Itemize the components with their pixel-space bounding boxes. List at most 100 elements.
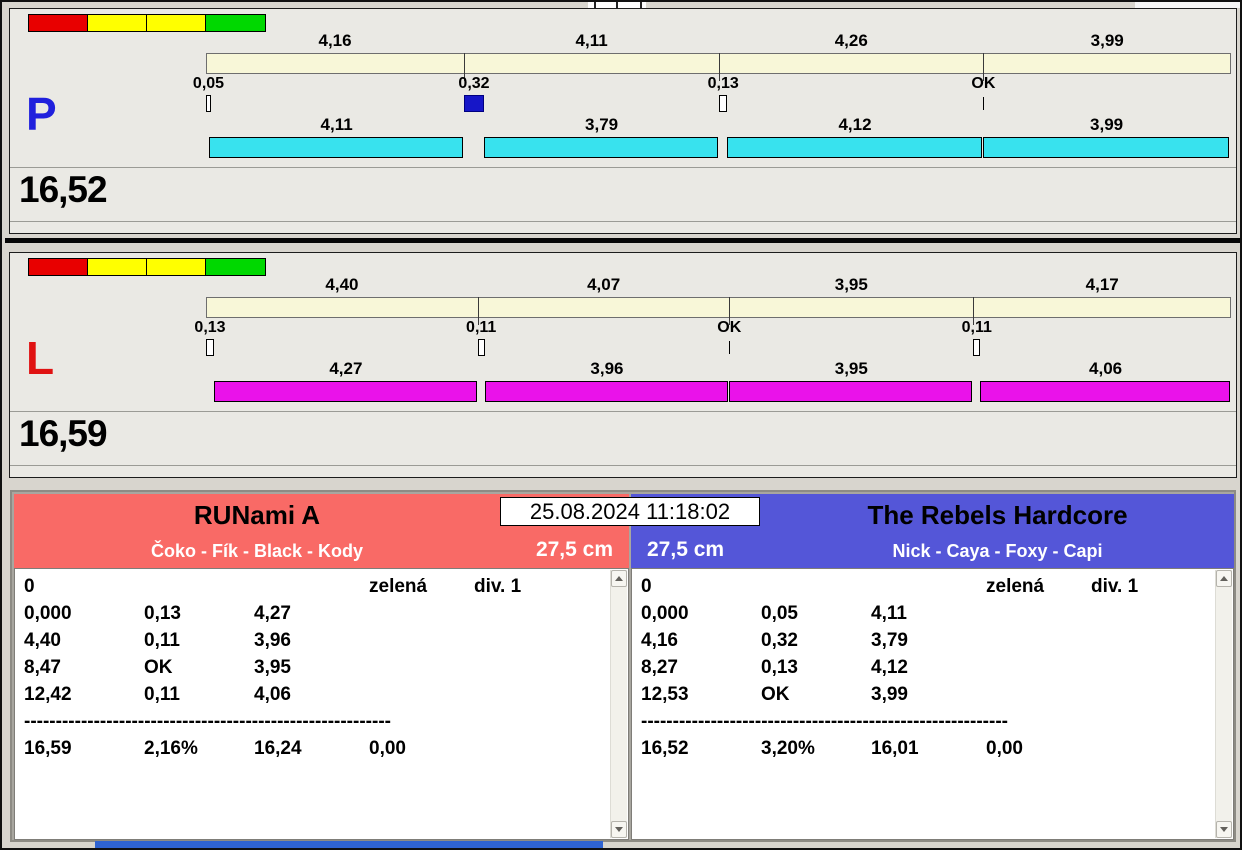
team-dogs-right: Nick - Caya - Foxy - Capi — [892, 541, 1103, 561]
results-cell: 12,53 — [641, 684, 689, 705]
results-cell: 0,11 — [144, 684, 180, 705]
results-cell: 3,96 — [254, 630, 291, 651]
results-row: 8,47 OK 3,95 — [24, 657, 606, 684]
results-row: ----------------------------------------… — [641, 711, 1008, 732]
leg-run-bar — [214, 381, 477, 402]
lane-letter-l: L — [26, 332, 55, 384]
lane-separator — [5, 238, 1240, 243]
change-marker — [973, 339, 981, 356]
leg-run-bar — [982, 137, 1230, 158]
results-cell: 0,00 — [986, 738, 1023, 759]
timing-app-window: P 16,52 4,16 4,11 4,26 3,99 0,05 0,32 0,13 OK 4,… — [0, 0, 1242, 850]
divider-line — [10, 167, 1236, 168]
results-text-left: 0 zelená div. 1 0,000 0,13 4,27 4,40 0,11 3,96 8,… — [24, 576, 606, 835]
change-marker — [983, 97, 985, 110]
change-time-label: 0,05 — [192, 75, 225, 92]
change-marker — [719, 95, 728, 112]
status-light — [206, 15, 265, 31]
results-cell: zelená — [369, 576, 428, 597]
results-cell: 4,40 — [24, 630, 61, 651]
status-lights — [28, 258, 266, 276]
results-cell: 4,11 — [871, 603, 907, 624]
results-cell: 0,11 — [144, 630, 180, 651]
leg-run-bar — [980, 381, 1230, 402]
leg-time-label: 4,12 — [838, 115, 872, 134]
jump-height-left: 27,5 cm — [535, 538, 613, 561]
results-cell: 4,27 — [254, 603, 291, 624]
results-cell: 16,01 — [871, 738, 919, 759]
results-cell: 0,05 — [761, 603, 798, 624]
scroll-up-icon[interactable] — [1216, 570, 1232, 587]
results-cell: 0,00 — [369, 738, 406, 759]
results-cell: 4,12 — [871, 657, 908, 678]
lane-total-time-l: 16,59 — [19, 413, 108, 454]
divider-line — [10, 465, 1236, 466]
leg-run-bar — [484, 381, 729, 402]
status-light — [206, 259, 265, 275]
triangle-up-icon — [615, 576, 623, 581]
leg-time-label: 3,79 — [585, 115, 619, 134]
divider-line — [10, 411, 1236, 412]
results-cell: 4,06 — [254, 684, 291, 705]
status-light — [29, 259, 88, 275]
change-marker — [206, 95, 211, 112]
split-time-label: 4,16 — [318, 31, 352, 50]
change-time-label: OK — [717, 319, 742, 336]
results-cell: 0,32 — [761, 630, 798, 651]
change-time-label: 0,13 — [194, 319, 226, 336]
results-row: 0,000 0,05 4,11 — [641, 603, 1211, 630]
change-time-label: 0,11 — [961, 319, 992, 336]
change-time-label: 0,32 — [458, 75, 490, 92]
leg-time-label: 4,11 — [320, 115, 353, 134]
split-time-label: 3,95 — [834, 275, 868, 294]
results-row: 12,42 0,11 4,06 — [24, 684, 606, 711]
results-cell: 3,20% — [761, 738, 815, 759]
leg-time-label: 4,06 — [1089, 359, 1123, 378]
datetime-display: 25.08.2024 11:18:02 — [500, 497, 760, 526]
leg-run-bar — [727, 137, 982, 158]
team-results-box-left[interactable]: 0 zelená div. 1 0,000 0,13 4,27 4,40 0,11 3,96 8,… — [14, 568, 629, 840]
results-cell: 3,79 — [871, 630, 908, 651]
scroll-down-icon[interactable] — [1216, 821, 1232, 838]
change-marker — [729, 341, 731, 354]
scrollbar[interactable] — [610, 570, 627, 838]
status-lights — [28, 14, 266, 32]
results-row: 16,52 3,20% 16,01 0,00 — [641, 738, 1211, 765]
lane-panel-right: P 16,52 4,16 4,11 4,26 3,99 0,05 0,32 0,13 OK 4,… — [9, 8, 1237, 234]
results-cell: 0,000 — [24, 603, 72, 624]
triangle-down-icon — [1220, 827, 1228, 832]
results-cell: 0,13 — [144, 603, 181, 624]
results-cell: 16,52 — [641, 738, 689, 759]
split-time-label: 3,99 — [1090, 31, 1124, 50]
leg-time-label: 3,95 — [834, 359, 868, 378]
results-cell: 16,24 — [254, 738, 302, 759]
scroll-up-icon[interactable] — [611, 570, 627, 587]
lane-letter-p: P — [26, 88, 57, 140]
team-results-box-right[interactable]: 0 zelená div. 1 0,000 0,05 4,11 4,16 0,32 3,79 8,… — [631, 568, 1234, 840]
results-row: 12,53 OK 3,99 — [641, 684, 1211, 711]
results-row: 0 zelená div. 1 — [24, 576, 606, 603]
divider-line — [10, 221, 1236, 222]
leg-time-label: 3,96 — [590, 359, 624, 378]
results-cell: 12,42 — [24, 684, 72, 705]
results-row: 4,16 0,32 3,79 — [641, 630, 1211, 657]
results-row: ----------------------------------------… — [24, 711, 391, 732]
scroll-down-icon[interactable] — [611, 821, 627, 838]
change-time-label: 0,13 — [707, 75, 739, 92]
status-light — [88, 259, 147, 275]
triangle-down-icon — [615, 827, 623, 832]
change-marker — [206, 339, 214, 356]
team-name-left: RUNami A — [193, 500, 321, 530]
results-cell: OK — [761, 684, 790, 705]
leg-time-label: 3,99 — [1090, 115, 1124, 134]
results-row: 0,000 0,13 4,27 — [24, 603, 606, 630]
status-light — [88, 15, 147, 31]
results-cell: 2,16% — [144, 738, 198, 759]
results-cell: OK — [144, 657, 173, 678]
scrollbar[interactable] — [1215, 570, 1232, 838]
results-cell: div. 1 — [1091, 576, 1139, 597]
split-time-label: 4,26 — [834, 31, 868, 50]
results-cell: 3,99 — [871, 684, 908, 705]
results-row: 8,27 0,13 4,12 — [641, 657, 1211, 684]
results-cell: 16,59 — [24, 738, 72, 759]
